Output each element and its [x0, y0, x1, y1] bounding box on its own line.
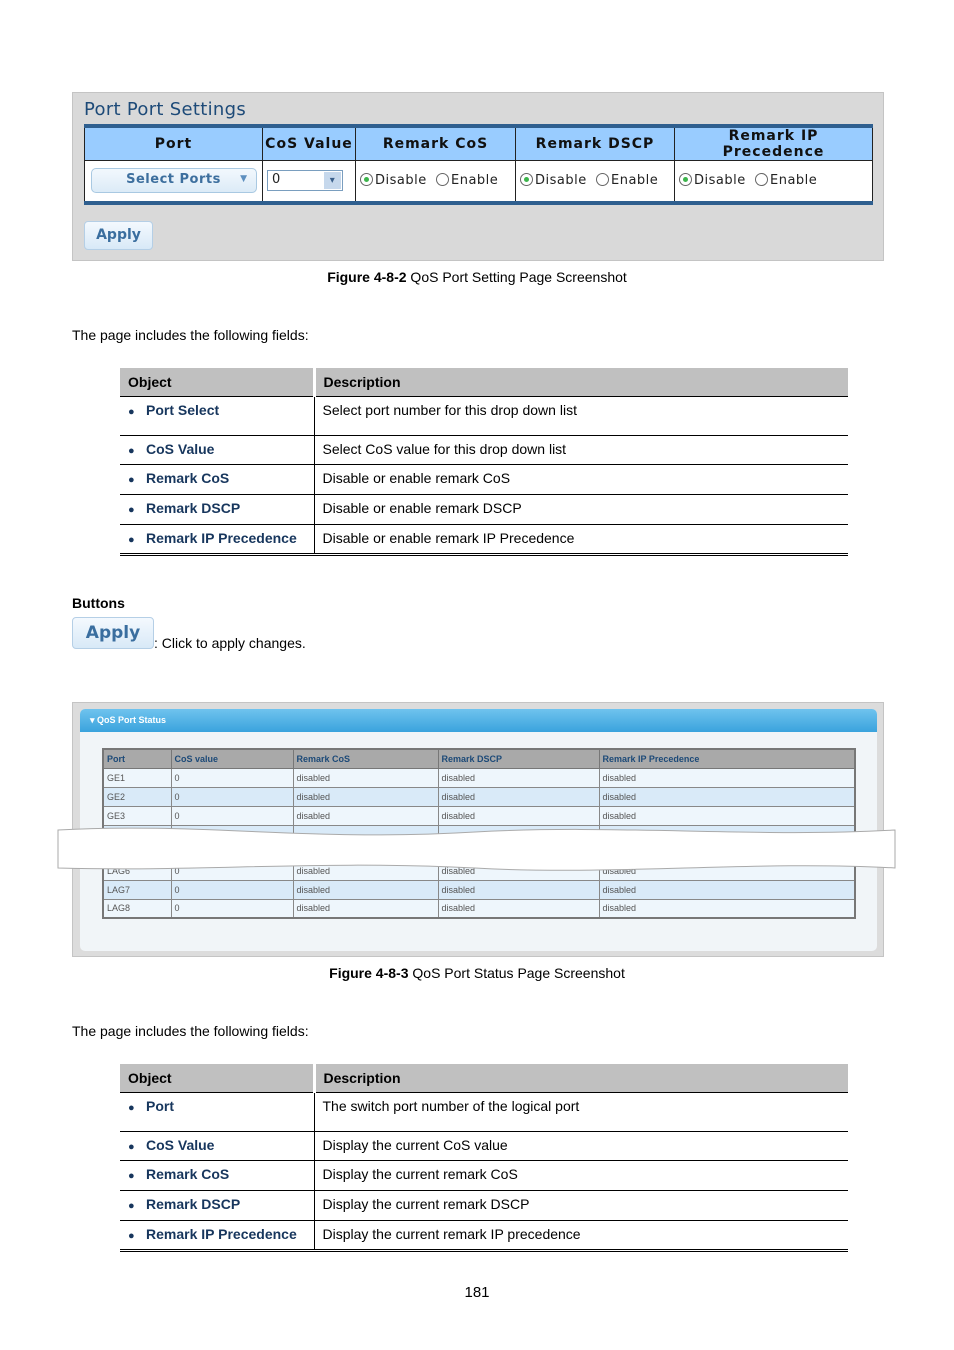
buttons-heading: Buttons [72, 595, 125, 611]
panel-header[interactable]: ▾ QoS Port Status [80, 709, 877, 732]
radio-label: Enable [770, 173, 818, 189]
header-object: Object [120, 364, 316, 397]
description-cell: Disable or enable remark CoS [314, 464, 848, 495]
header-port: Port [84, 126, 263, 161]
table-cell: GE2 [102, 786, 172, 807]
remark-ip-disable-radio[interactable] [679, 173, 692, 187]
chevron-down-icon: ▾ [324, 172, 341, 190]
table-cell: disabled [437, 898, 600, 919]
table-row: LAG8 0 disabled disabled disabled [102, 898, 856, 919]
caption-number: Figure 4-8-3 [329, 965, 409, 981]
table-cell: disabled [598, 879, 856, 900]
port-settings-table: Port CoS Value Remark CoS Remark DSCP Re… [84, 124, 873, 205]
panel-title: QoS Port Status [97, 715, 167, 725]
collapse-icon: ▾ [90, 715, 95, 725]
table-cell: disabled [292, 879, 439, 900]
figure-caption: Figure 4-8-2 QoS Port Setting Page Scree… [0, 269, 954, 285]
qos-port-setting-screenshot: Port Port Settings Port CoS Value Remark… [72, 92, 884, 261]
table-row: LAG7 0 disabled disabled disabled [102, 879, 856, 900]
table-cell: disabled [598, 898, 856, 919]
header-port: Port [102, 748, 172, 769]
caption-number: Figure 4-8-2 [327, 269, 407, 285]
page-number: 181 [464, 1284, 490, 1301]
table-row: GE1 0 disabled disabled disabled [102, 767, 856, 788]
apply-button[interactable]: Apply [84, 221, 153, 250]
cos-value-select[interactable]: 0 ▾ [267, 170, 343, 192]
table-row: GE2 0 disabled disabled disabled [102, 786, 856, 807]
object-cell: ● Remark DSCP [120, 1190, 315, 1221]
header-remark-dscp: Remark DSCP [515, 126, 675, 161]
radio-label: Enable [451, 173, 499, 189]
remark-dscp-disable-radio[interactable] [520, 173, 533, 187]
table-cell: disabled [598, 767, 856, 788]
table-cell: 0 [170, 879, 294, 900]
header-cos-value: CoS Value [262, 126, 356, 161]
description-cell: Display the current CoS value [314, 1131, 848, 1161]
table-cell: disabled [292, 786, 439, 807]
chevron-down-icon: ▼ [240, 174, 248, 185]
table-cell: disabled [437, 879, 600, 900]
object-cell: ● Remark CoS [120, 464, 315, 495]
caption-text: QoS Port Setting Page Screenshot [406, 269, 627, 285]
object-cell: ● Port [120, 1092, 315, 1132]
table-cell: 0 [170, 786, 294, 807]
remark-dscp-enable-radio[interactable] [596, 173, 609, 187]
object-cell: ● Remark DSCP [120, 494, 315, 525]
apply-button-image: Apply [72, 617, 154, 649]
radio-label: Disable [535, 173, 587, 189]
object-cell: ● Remark IP Precedence [120, 1220, 315, 1251]
intro-text: The page includes the following fields: [72, 327, 309, 343]
radio-label: Enable [611, 173, 659, 189]
object-cell: ● Port Select [120, 396, 315, 436]
object-cell: ● CoS Value [120, 435, 315, 465]
table-cell: 0 [170, 767, 294, 788]
header-cos-value: CoS value [170, 748, 294, 769]
object-cell: ● Remark CoS [120, 1160, 315, 1191]
header-object: Object [120, 1060, 316, 1093]
fields-table: Object Description ● Port Select Select por… [120, 364, 848, 556]
table-cell: LAG7 [102, 879, 172, 900]
radio-label: Disable [694, 173, 746, 189]
description-cell: Disable or enable remark DSCP [314, 494, 848, 525]
figure-caption: Figure 4-8-3 QoS Port Status Page Screen… [0, 965, 954, 981]
header-remark-cos: Remark CoS [292, 748, 439, 769]
torn-edge-break [57, 827, 896, 871]
table-cell: disabled [437, 767, 600, 788]
description-cell: The switch port number of the logical po… [314, 1092, 848, 1132]
header-remark-ip-precedence: Remark IP Precedence [674, 126, 873, 161]
apply-description: : Click to apply changes. [154, 635, 306, 651]
table-cell: GE1 [102, 767, 172, 788]
select-ports-label: Select Ports [126, 172, 221, 188]
fields-table: Object Description ● Port The switch port n… [120, 1060, 848, 1252]
description-cell: Display the current remark IP precedence [314, 1220, 848, 1251]
intro-text: The page includes the following fields: [72, 1023, 309, 1039]
table-cell: 0 [170, 898, 294, 919]
description-cell: Select port number for this drop down li… [314, 396, 848, 436]
panel-title: Port Port Settings [84, 99, 247, 120]
table-cell: LAG8 [102, 898, 172, 919]
remark-ip-enable-radio[interactable] [755, 173, 768, 187]
cos-value: 0 [272, 172, 281, 188]
table-cell: disabled [292, 898, 439, 919]
select-ports-dropdown[interactable]: Select Ports ▼ [90, 168, 257, 194]
table-cell: disabled [292, 767, 439, 788]
header-remark-dscp: Remark DSCP [437, 748, 600, 769]
table-cell: disabled [598, 786, 856, 807]
description-cell: Disable or enable remark IP Precedence [314, 524, 848, 555]
header-remark-cos: Remark CoS [355, 126, 516, 161]
header-description: Description [314, 364, 848, 397]
header-remark-ip-precedence: Remark IP Precedence [598, 748, 856, 769]
table-cell: disabled [437, 786, 600, 807]
description-cell: Select CoS value for this drop down list [314, 435, 848, 465]
object-cell: ● CoS Value [120, 1131, 315, 1161]
caption-text: QoS Port Status Page Screenshot [408, 965, 625, 981]
remark-cos-enable-radio[interactable] [436, 173, 449, 187]
radio-label: Disable [375, 173, 427, 189]
description-cell: Display the current remark DSCP [314, 1190, 848, 1221]
description-cell: Display the current remark CoS [314, 1160, 848, 1191]
remark-cos-disable-radio[interactable] [360, 173, 373, 187]
object-cell: ● Remark IP Precedence [120, 524, 315, 555]
header-description: Description [314, 1060, 848, 1093]
